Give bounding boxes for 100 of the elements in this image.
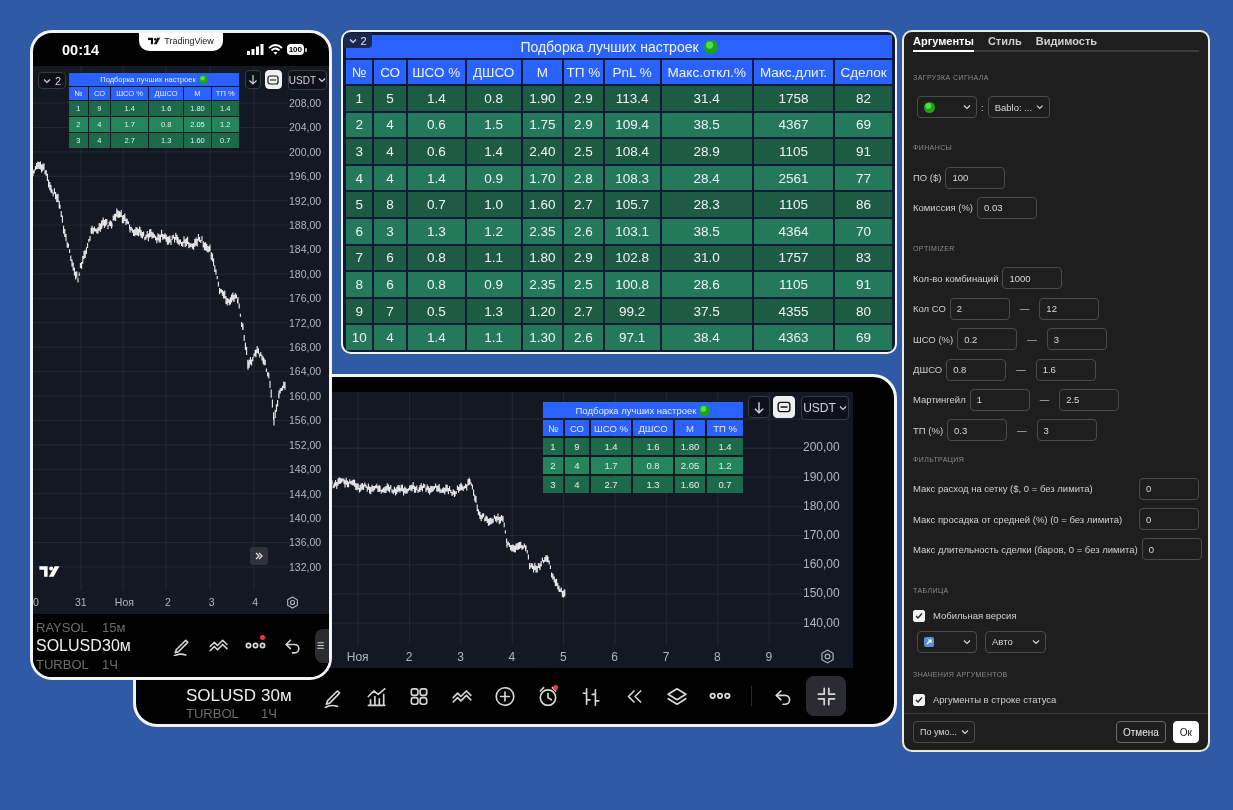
price-label: 200,00	[289, 144, 323, 160]
table-cell: 2	[346, 112, 373, 138]
date-label: 3	[207, 596, 216, 608]
input-field[interactable]: 2	[949, 297, 1010, 320]
input-field[interactable]: 1.6	[1035, 358, 1096, 381]
input-field[interactable]: 1000	[1002, 267, 1063, 290]
symbol-option[interactable]: SOLUSD30м	[36, 634, 170, 657]
table-cell: 3	[543, 476, 563, 493]
date-label: 0	[33, 596, 40, 608]
table-cell: 4	[346, 165, 373, 191]
table-cell: 77	[835, 165, 892, 191]
table-cell: 109.4	[604, 112, 660, 138]
table-cell: 8	[374, 192, 406, 217]
tab[interactable]: Стиль	[987, 35, 1022, 52]
date-label: 31	[73, 596, 88, 608]
input-field[interactable]: 0.03	[977, 196, 1038, 219]
input-field[interactable]: 3	[1046, 328, 1107, 351]
table-cell: 37.5	[661, 298, 752, 324]
field-label: Комиссия (%)	[913, 202, 974, 214]
symbol-option[interactable]: TURBOL 1Ч	[186, 707, 322, 721]
table-cell: 1105	[753, 192, 834, 217]
symbol-option[interactable]: RAYSOL 15м	[36, 619, 170, 635]
symbol-option[interactable]: TURBOL 1Ч	[36, 656, 170, 672]
input-field[interactable]: 0.2	[957, 328, 1018, 351]
column-header: Макс.длит.	[753, 60, 834, 84]
down-arrow-button[interactable]	[244, 70, 261, 89]
table-cell: 31.4	[661, 86, 752, 111]
table-cell: 1105	[753, 272, 834, 297]
grid-button[interactable]	[408, 685, 430, 707]
column-header: №	[543, 420, 563, 436]
shrink-button[interactable]	[806, 676, 846, 716]
checkbox[interactable]	[913, 693, 925, 706]
alarm-clock-icon	[537, 684, 559, 708]
preset-select[interactable]: По умо...	[913, 721, 975, 743]
table-cell: 1.80	[675, 438, 705, 455]
ok-button[interactable]: Ок	[1172, 721, 1199, 743]
down-arrow-button[interactable]	[748, 396, 770, 418]
input-field[interactable]: 0.8	[946, 358, 1007, 381]
collapse-button[interactable]: 2	[344, 33, 372, 48]
table-cell: 99.2	[604, 298, 660, 324]
field-label: Макс длительность сделки (баров, 0 = без лимита)	[913, 544, 1138, 555]
table-cell: 1.70	[522, 165, 563, 191]
field-label: Макс просадка от средней (%) (0 = без лимита)	[913, 513, 1124, 525]
size-select[interactable]: Авто	[985, 630, 1046, 653]
cancel-button[interactable]: Отмена	[1115, 721, 1166, 743]
table-cell: 0.5	[407, 298, 465, 324]
table-cell: 0.8	[407, 245, 465, 271]
table-cell: 2.7	[564, 192, 603, 217]
table-cell: 1.75	[522, 112, 563, 138]
ohlc-bars-button[interactable]	[580, 685, 602, 707]
column-header: ТП %	[564, 60, 603, 84]
column-header: СО	[565, 420, 589, 436]
layers-button[interactable]	[666, 685, 688, 707]
table-cell: 28.6	[661, 272, 752, 297]
input-field[interactable]: 0.3	[947, 419, 1008, 442]
input-field[interactable]: 100	[945, 166, 1006, 189]
input-field[interactable]: 0	[1139, 508, 1199, 531]
status-dot-icon	[198, 75, 208, 84]
table-cell: 28.4	[661, 165, 752, 191]
symbol-option[interactable]: SOLUSD 30м	[186, 685, 322, 707]
alarm-clock-button[interactable]	[537, 685, 559, 707]
input-field[interactable]: 1	[969, 388, 1030, 411]
signal-select[interactable]	[917, 96, 977, 119]
input-field[interactable]: 2.5	[1059, 388, 1120, 411]
column-header: №	[346, 60, 373, 84]
table-cell: 70	[835, 218, 892, 244]
currency-select[interactable]: USDT	[801, 396, 849, 420]
table-cell: 1.7	[591, 457, 631, 474]
chevron-down-icon	[961, 729, 969, 735]
table-cell: 1.4	[707, 438, 743, 455]
input-field[interactable]: 12	[1039, 297, 1100, 320]
clock-time: 00:14	[62, 41, 100, 58]
table-cell: 1.2	[466, 218, 521, 244]
panel-button[interactable]	[315, 628, 329, 663]
date-label: 9	[764, 649, 774, 664]
input-field[interactable]: 0	[1141, 538, 1202, 561]
collapse-button[interactable]: 2	[38, 72, 67, 89]
table-cell: 100.8	[604, 272, 660, 297]
date-label: 3	[456, 649, 465, 664]
tab[interactable]: Аргументы	[913, 35, 974, 52]
input-field[interactable]: 3	[1036, 419, 1097, 442]
currency-select[interactable]: USDT	[287, 70, 327, 90]
frame-icon	[267, 74, 280, 85]
plus-circle-button[interactable]	[494, 685, 516, 707]
position-select[interactable]	[917, 630, 977, 653]
table-cell: 103.1	[604, 218, 660, 244]
table-cell: 6	[374, 272, 406, 297]
source-select[interactable]: Bablo: ...	[987, 96, 1050, 119]
input-field[interactable]: 0	[1139, 477, 1199, 500]
price-label: 144,00	[289, 486, 323, 502]
screen-mode-button[interactable]	[773, 396, 795, 418]
tab[interactable]: Видимость	[1035, 35, 1098, 52]
table-cell: 2.9	[564, 245, 603, 271]
table-cell: 113.4	[604, 86, 660, 111]
screen-mode-button[interactable]	[264, 70, 282, 89]
scroll-forward-button[interactable]	[250, 547, 268, 565]
arrow-square-icon	[924, 636, 934, 647]
bar-chart-button[interactable]	[365, 685, 387, 707]
checkbox[interactable]	[913, 609, 925, 622]
table-cell: 1.3	[407, 218, 465, 244]
